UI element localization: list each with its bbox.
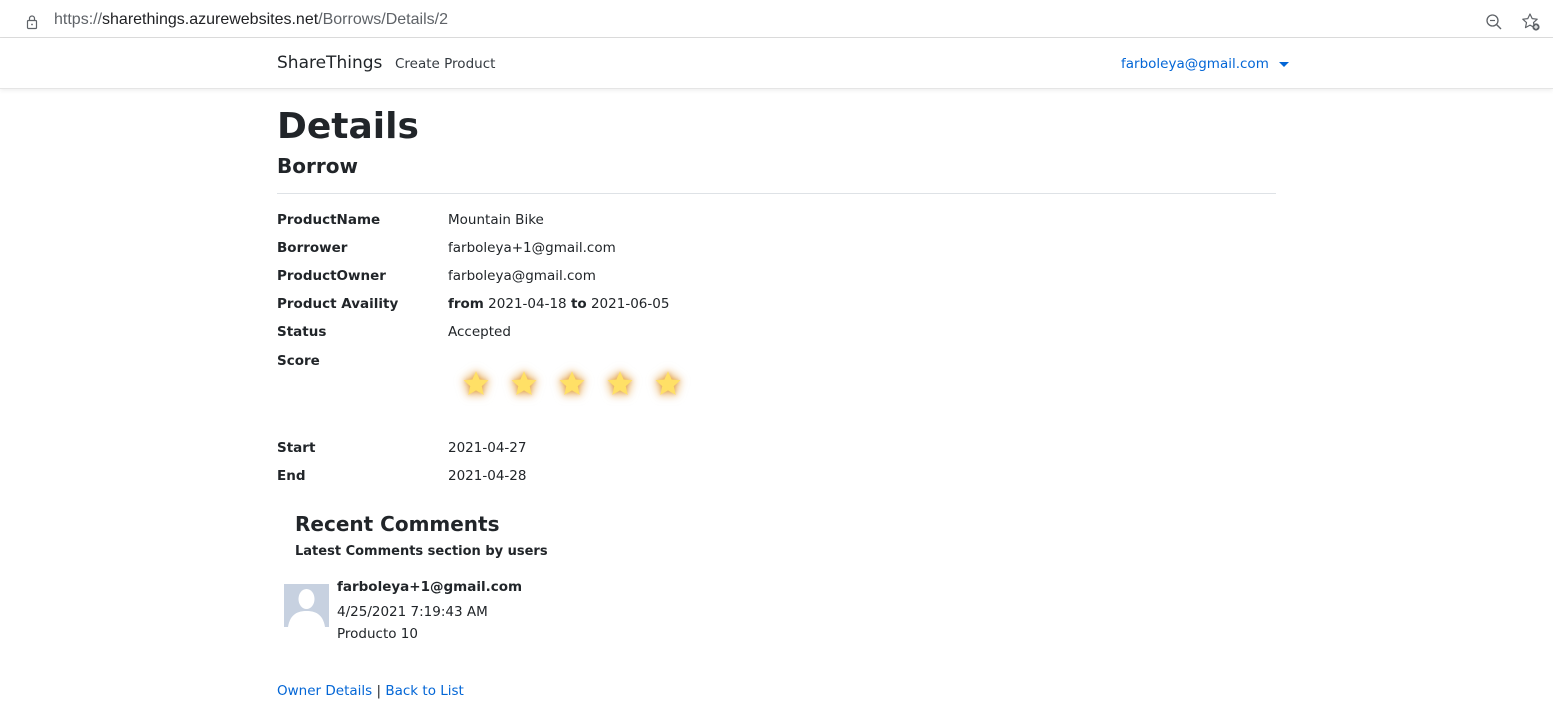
product-owner-label: ProductOwner <box>277 268 386 284</box>
star-icon <box>452 362 500 406</box>
brand-link[interactable]: ShareThings <box>277 53 382 73</box>
product-name-value: Mountain Bike <box>448 212 544 228</box>
availability-label: Product Availity <box>277 296 399 312</box>
start-value: 2021-04-27 <box>448 440 527 456</box>
star-icon <box>500 362 548 406</box>
end-label: End <box>277 468 306 484</box>
start-label: Start <box>277 440 316 456</box>
footer-links: Owner Details | Back to List <box>277 683 464 699</box>
star-icon <box>548 362 596 406</box>
comment-text: Producto 10 <box>337 626 418 642</box>
caret-down-icon <box>1278 61 1289 67</box>
user-dropdown[interactable]: farboleya@gmail.com <box>1121 56 1289 72</box>
url-text: https://sharethings.azurewebsites.net/Bo… <box>54 11 448 28</box>
product-name-label: ProductName <box>277 212 381 228</box>
comments-subtitle: Latest Comments section by users <box>295 544 548 559</box>
star-icon <box>596 362 644 406</box>
availability-value: from 2021-04-18 to 2021-06-05 <box>448 296 670 312</box>
score-label: Score <box>277 353 320 369</box>
browser-address-bar: https://sharethings.azurewebsites.net/Bo… <box>0 0 1553 38</box>
zoom-out-icon[interactable] <box>1485 13 1503 31</box>
comments-title: Recent Comments <box>295 512 500 536</box>
divider <box>277 193 1276 194</box>
add-favorite-icon[interactable] <box>1521 12 1541 32</box>
borrower-value: farboleya+1@gmail.com <box>448 240 616 256</box>
status-value: Accepted <box>448 324 511 340</box>
status-label: Status <box>277 324 327 340</box>
back-to-list-link[interactable]: Back to List <box>385 683 464 699</box>
star-icon <box>644 362 692 406</box>
top-navbar: ShareThings Create Product farboleya@gma… <box>0 38 1553 89</box>
page-title: Details <box>277 106 419 147</box>
end-value: 2021-04-28 <box>448 468 527 484</box>
lock-icon <box>26 15 38 30</box>
user-email: farboleya@gmail.com <box>1121 56 1269 72</box>
comment-author: farboleya+1@gmail.com <box>337 579 523 595</box>
avatar <box>284 584 329 627</box>
url-field[interactable]: https://sharethings.azurewebsites.net/Bo… <box>6 4 1546 33</box>
borrower-label: Borrower <box>277 240 348 256</box>
comment-date: 4/25/2021 7:19:43 AM <box>337 604 488 620</box>
product-owner-value: farboleya@gmail.com <box>448 268 596 284</box>
score-stars <box>452 362 692 406</box>
user-silhouette-icon <box>284 584 329 627</box>
link-separator: | <box>376 683 382 699</box>
page-subtitle: Borrow <box>277 154 358 178</box>
create-product-link[interactable]: Create Product <box>395 56 495 72</box>
owner-details-link[interactable]: Owner Details <box>277 683 372 699</box>
